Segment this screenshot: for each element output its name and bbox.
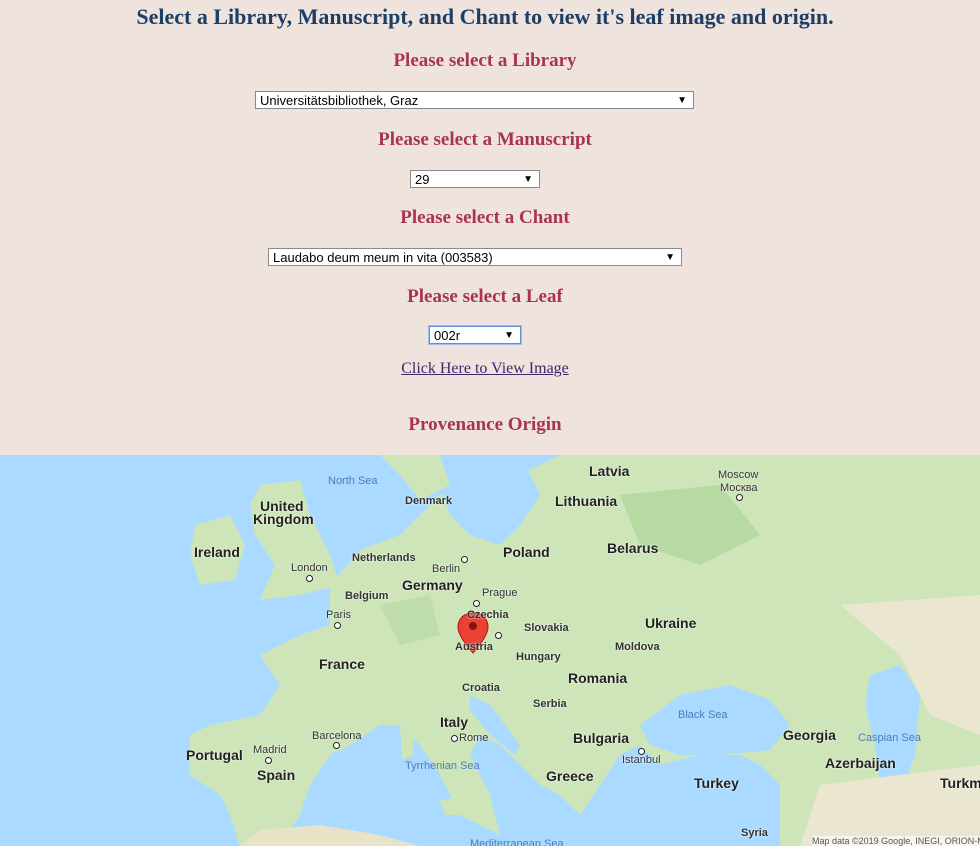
provenance-heading: Provenance Origin bbox=[408, 414, 562, 435]
map-label-latvia: Latvia bbox=[589, 463, 630, 479]
city-dot-icon bbox=[451, 735, 458, 742]
map-label-kingdom: Kingdom bbox=[253, 511, 314, 527]
map-label-north-sea: North Sea bbox=[328, 475, 378, 487]
map-label-croatia: Croatia bbox=[462, 682, 500, 694]
map-label-tyrrhenian-sea: Tyrrhenian Sea bbox=[405, 760, 480, 772]
chant-select-value: Laudabo deum meum in vita (003583) bbox=[273, 250, 493, 265]
map-label-barcelona: Barcelona bbox=[312, 730, 362, 742]
manuscript-label: Please select a Manuscript bbox=[378, 129, 592, 150]
dropdown-arrow-icon: ▼ bbox=[677, 95, 687, 106]
map-label-lithuania: Lithuania bbox=[555, 493, 618, 509]
map-label-turkey: Turkey bbox=[694, 775, 739, 791]
map-label-romania: Romania bbox=[568, 670, 628, 686]
map-label-czechia: Czechia bbox=[467, 609, 509, 621]
map-label-serbia: Serbia bbox=[533, 698, 567, 710]
map-label-georgia: Georgia bbox=[783, 727, 836, 743]
city-dot-icon bbox=[306, 575, 313, 582]
dropdown-arrow-icon: ▼ bbox=[523, 174, 533, 185]
map-label-paris: Paris bbox=[326, 609, 352, 621]
map-label-berlin: Berlin bbox=[432, 563, 461, 575]
map-label-london: London bbox=[291, 562, 328, 574]
manuscript-select-value: 29 bbox=[415, 172, 430, 187]
map-label-poland: Poland bbox=[503, 544, 550, 560]
map-label-rome: Rome bbox=[459, 732, 489, 744]
map-attribution: Map data ©2019 Google, INEGI, ORION-ME bbox=[812, 836, 980, 846]
city-dot-icon bbox=[461, 556, 468, 563]
map-label-syria: Syria bbox=[741, 827, 768, 839]
leaf-label: Please select a Leaf bbox=[407, 286, 563, 307]
map-label-ukraine: Ukraine bbox=[645, 615, 697, 631]
manuscript-select[interactable]: 29 ▼ bbox=[410, 170, 540, 188]
map-label-denmark: Denmark bbox=[405, 495, 453, 507]
map-label-moskva: Москва bbox=[720, 482, 758, 494]
map-label-madrid: Madrid bbox=[253, 744, 287, 756]
map-label-netherlands: Netherlands bbox=[352, 552, 416, 564]
library-select[interactable]: Universitätsbibliothek, Graz ▼ bbox=[255, 91, 694, 109]
map-label-portugal: Portugal bbox=[186, 747, 243, 763]
leaf-select-value: 002r bbox=[434, 328, 461, 343]
map-label-prague: Prague bbox=[482, 587, 518, 599]
map-label-istanbul: Istanbul bbox=[622, 754, 661, 766]
map-label-caspian-sea: Caspian Sea bbox=[858, 732, 921, 744]
city-dot-icon bbox=[265, 757, 272, 764]
city-dot-icon bbox=[638, 748, 645, 755]
city-dot-icon bbox=[473, 600, 480, 607]
provenance-map[interactable]: Latvia Lithuania Belarus Poland Germany … bbox=[0, 455, 980, 846]
page-title: Select a Library, Manuscript, and Chant … bbox=[136, 4, 834, 29]
map-label-mediterranean-sea: Mediterranean Sea bbox=[470, 838, 564, 846]
chant-label: Please select a Chant bbox=[400, 207, 570, 228]
map-label-belgium: Belgium bbox=[345, 590, 389, 602]
city-dot-icon bbox=[333, 742, 340, 749]
map-label-france: France bbox=[319, 656, 365, 672]
map-label-spain: Spain bbox=[257, 767, 296, 783]
city-dot-icon bbox=[334, 622, 341, 629]
view-image-link[interactable]: Click Here to View Image bbox=[0, 360, 970, 378]
map-label-moldova: Moldova bbox=[615, 641, 660, 653]
city-dot-icon bbox=[495, 632, 502, 639]
map-label-austria: Austria bbox=[455, 641, 493, 653]
dropdown-arrow-icon: ▼ bbox=[504, 330, 514, 341]
map-label-slovakia: Slovakia bbox=[524, 622, 569, 634]
city-dot-icon bbox=[736, 494, 743, 501]
map-label-turkm: Turkm bbox=[940, 775, 980, 791]
map-label-moscow: Moscow bbox=[718, 469, 759, 481]
map-label-azerbaijan: Azerbaijan bbox=[825, 755, 896, 771]
map-label-belarus: Belarus bbox=[607, 540, 659, 556]
map-label-hungary: Hungary bbox=[516, 651, 561, 663]
map-label-greece: Greece bbox=[546, 768, 594, 784]
map-label-bulgaria: Bulgaria bbox=[573, 730, 630, 746]
map-label-germany: Germany bbox=[402, 577, 463, 593]
map-label-italy: Italy bbox=[440, 714, 469, 730]
chant-select[interactable]: Laudabo deum meum in vita (003583) ▼ bbox=[268, 248, 682, 266]
dropdown-arrow-icon: ▼ bbox=[665, 252, 675, 263]
map-label-black-sea: Black Sea bbox=[678, 709, 728, 721]
library-label: Please select a Library bbox=[393, 50, 577, 71]
map-label-ireland: Ireland bbox=[194, 544, 240, 560]
leaf-select[interactable]: 002r ▼ bbox=[429, 326, 521, 344]
library-select-value: Universitätsbibliothek, Graz bbox=[260, 93, 419, 108]
